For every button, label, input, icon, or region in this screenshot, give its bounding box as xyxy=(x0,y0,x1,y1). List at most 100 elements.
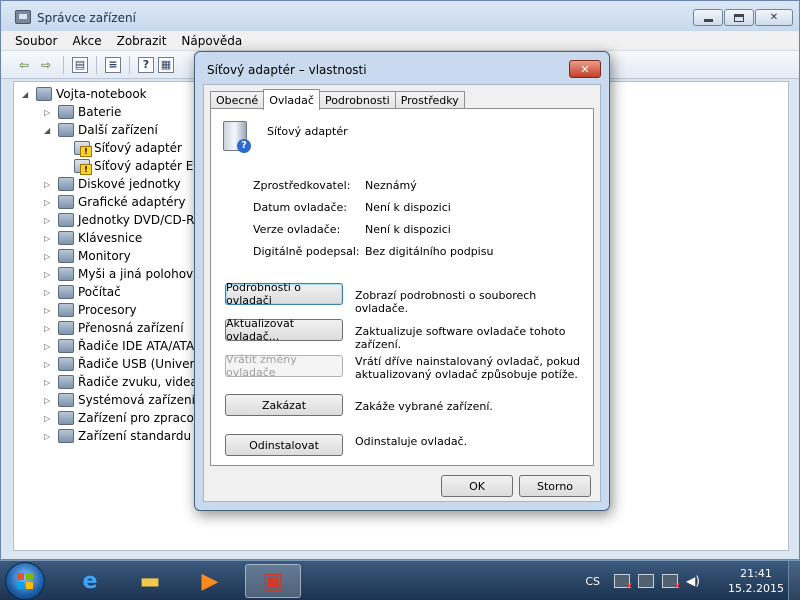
tree-item-label: Klávesnice xyxy=(78,231,143,245)
expand-icon[interactable]: ▷ xyxy=(44,288,54,297)
tree-item[interactable]: ▷ Zařízení pro zpracován xyxy=(44,409,216,427)
media-player-icon[interactable]: ▶ xyxy=(182,564,238,598)
expand-icon[interactable]: ▷ xyxy=(44,216,54,225)
dialog-close-button[interactable]: ✕ xyxy=(569,60,601,78)
dvd-drive-icon xyxy=(58,213,74,227)
tree-item[interactable]: ▷ Přenosná zařízení xyxy=(44,319,184,337)
expand-icon[interactable]: ▷ xyxy=(44,198,54,207)
digital-signer-label: Digitálně podepsal: xyxy=(253,245,360,258)
windows-explorer-icon[interactable]: ▬ xyxy=(122,564,178,598)
tree-item[interactable]: ▷ Myši a jiná polohovací xyxy=(44,265,210,283)
toolbar-separator xyxy=(129,55,130,74)
cancel-button[interactable]: Storno xyxy=(519,475,591,497)
close-button[interactable]: ✕ xyxy=(755,9,793,26)
expand-icon[interactable]: ▷ xyxy=(44,108,54,117)
network-icon[interactable] xyxy=(662,574,681,592)
menu-action[interactable]: Akce xyxy=(72,34,101,48)
taskbar: e ▬ ▶ ▣ CS ◀) 21:41 15.2.2015 xyxy=(0,560,800,600)
tree-item[interactable]: ▷ Řadiče IDE ATA/ATAPI xyxy=(44,337,205,355)
help-icon[interactable]: ? xyxy=(138,56,154,73)
expand-icon[interactable]: ▷ xyxy=(44,270,54,279)
menu-view[interactable]: Zobrazit xyxy=(117,34,167,48)
tree-item[interactable]: ◢ Další zařízení xyxy=(44,121,158,139)
dialog-title: Síťový adaptér – vlastnosti xyxy=(207,63,367,77)
expand-icon[interactable]: ▷ xyxy=(44,414,54,423)
expand-icon[interactable]: ▷ xyxy=(44,360,54,369)
device-manager-icon[interactable]: ▣ xyxy=(245,564,301,598)
tree-item[interactable]: ▷ Grafické adaptéry xyxy=(44,193,186,211)
tab-driver[interactable]: Ovladač xyxy=(263,89,320,110)
language-indicator[interactable]: CS xyxy=(585,575,600,588)
scan-icon[interactable]: ▦ xyxy=(158,56,174,73)
window-title: Správce zařízení xyxy=(37,11,136,25)
tab-resources[interactable]: Prostředky xyxy=(394,91,465,109)
action-center-icon[interactable] xyxy=(614,574,633,592)
forward-icon[interactable]: ⇨ xyxy=(37,56,55,74)
ok-button[interactable]: OK xyxy=(441,475,513,497)
clock[interactable]: 21:41 15.2.2015 xyxy=(728,566,784,596)
driver-details-desc: Zobrazí podrobnosti o souborech ovladače… xyxy=(355,289,537,315)
start-button[interactable] xyxy=(5,562,45,600)
roll-back-driver-desc: Vrátí dříve nainstalovaný ovladač, pokud… xyxy=(355,355,581,381)
maximize-button[interactable] xyxy=(724,9,754,26)
internet-explorer-icon[interactable]: e xyxy=(62,564,118,598)
expand-icon[interactable]: ▷ xyxy=(44,432,54,441)
tree-item[interactable]: ▷ Zařízení standardu HID xyxy=(44,427,217,445)
update-driver-button[interactable]: Aktualizovat ovladač... xyxy=(225,317,343,343)
tree-item[interactable]: ▷ Diskové jednotky xyxy=(44,175,181,193)
roll-back-driver-button[interactable]: Vrátit změny ovladače xyxy=(225,353,343,379)
uninstall-button[interactable]: Odinstalovat xyxy=(225,434,343,456)
show-desktop-button[interactable] xyxy=(788,561,800,600)
expand-icon[interactable]: ▷ xyxy=(44,342,54,351)
menu-file[interactable]: Soubor xyxy=(15,34,57,48)
tab-general[interactable]: Obecné xyxy=(210,91,265,109)
driver-tab-panel: ? Síťový adaptér Zprostředkovatel: Nezná… xyxy=(210,108,594,466)
tree-item[interactable]: ▷ Klávesnice xyxy=(44,229,142,247)
tree-item[interactable]: ▷ Řadiče USB (Universal xyxy=(44,355,211,373)
toolbar-separator xyxy=(63,55,64,74)
driver-version-value: Není k dispozici xyxy=(365,223,451,236)
collapse-icon[interactable]: ◢ xyxy=(22,90,32,99)
toolbar-separator xyxy=(96,55,97,74)
tree-item[interactable]: ▷ Počítač xyxy=(44,283,121,301)
expand-icon[interactable]: ◢ xyxy=(44,126,54,135)
tree-item[interactable]: ▷ Jednotky DVD/CD-ROM xyxy=(44,211,214,229)
driver-details-button[interactable]: Podrobnosti o ovladači xyxy=(225,281,343,307)
expand-icon[interactable]: ▷ xyxy=(44,378,54,387)
sound-controller-icon xyxy=(58,375,74,389)
expand-icon[interactable]: ▷ xyxy=(44,234,54,243)
tree-item-label: Další zařízení xyxy=(78,123,158,137)
dialog-body: Obecné Ovladač Podrobnosti Prostředky ? … xyxy=(203,84,601,502)
minimize-button[interactable] xyxy=(693,9,723,26)
expand-icon[interactable]: ▷ xyxy=(44,252,54,261)
tree-item-label: Diskové jednotky xyxy=(78,177,181,191)
tree-item[interactable]: ▷ Procesory xyxy=(44,301,137,319)
maximize-icon xyxy=(734,13,744,22)
disable-button[interactable]: Zakázat xyxy=(225,394,343,416)
close-icon: ✕ xyxy=(769,12,779,23)
title-bar[interactable]: Správce zařízení ✕ xyxy=(1,1,799,31)
tree-item-label: Myši a jiná polohovací xyxy=(78,267,211,281)
expand-icon[interactable]: ▷ xyxy=(44,306,54,315)
system-tray: CS ◀) 21:41 15.2.2015 xyxy=(585,561,800,600)
tray-device-icon[interactable] xyxy=(638,574,655,588)
unknown-device-warning-icon xyxy=(74,141,92,157)
tree-item-label: Přenosná zařízení xyxy=(78,321,184,335)
expand-icon[interactable]: ▷ xyxy=(44,324,54,333)
back-icon[interactable]: ⇦ xyxy=(15,56,33,74)
tab-details[interactable]: Podrobnosti xyxy=(318,91,396,109)
tree-item[interactable]: Síťový adaptér Ethe xyxy=(60,157,213,175)
menu-help[interactable]: Nápověda xyxy=(181,34,242,48)
window-controls: ✕ xyxy=(693,9,793,26)
properties-icon[interactable]: ≡ xyxy=(105,56,121,73)
tree-item[interactable]: ▷ Monitory xyxy=(44,247,131,265)
expand-icon[interactable]: ▷ xyxy=(44,396,54,405)
tree-item[interactable]: ▷ Systémová zařízení xyxy=(44,391,195,409)
expand-icon[interactable]: ▷ xyxy=(44,180,54,189)
tree-item[interactable]: ▷ Baterie xyxy=(44,103,121,121)
volume-icon[interactable]: ◀) xyxy=(686,574,702,588)
tree-view-icon[interactable]: ▤ xyxy=(72,56,88,73)
tree-item[interactable]: Síťový adaptér xyxy=(60,139,182,157)
display-adapter-icon xyxy=(58,195,74,209)
tree-root[interactable]: ◢ Vojta-notebook xyxy=(22,85,147,103)
